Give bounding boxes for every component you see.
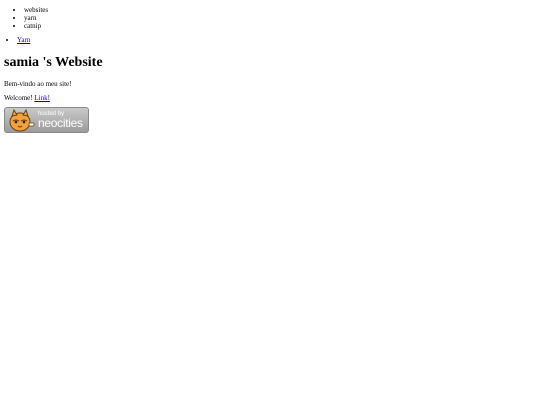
page-content: websites yarn catnip Yarn samia 's Websi…	[0, 0, 540, 138]
page-title: samia 's Website	[4, 55, 103, 70]
tag-item: yarn	[24, 14, 536, 22]
nav-item: Yarn	[17, 35, 536, 45]
tag-item: catnip	[24, 22, 536, 30]
welcome-label: Welcome!	[4, 94, 33, 102]
tag-list: websites yarn catnip	[4, 0, 536, 30]
neocities-cat-icon	[9, 109, 35, 132]
badge-brand-text: neocities	[38, 116, 83, 130]
welcome-link[interactable]: Link!	[34, 94, 50, 102]
nav-link-yarn[interactable]: Yarn	[17, 36, 30, 44]
greeting-text: Bem-vindo ao meu site!	[4, 80, 72, 88]
neocities-badge-link[interactable]: hosted by neocities	[4, 102, 89, 133]
welcome-line: Welcome! Link!	[4, 94, 536, 102]
tag-item: websites	[24, 6, 536, 14]
nav-list: Yarn	[4, 30, 536, 45]
neocities-badge: hosted by neocities	[4, 107, 89, 133]
